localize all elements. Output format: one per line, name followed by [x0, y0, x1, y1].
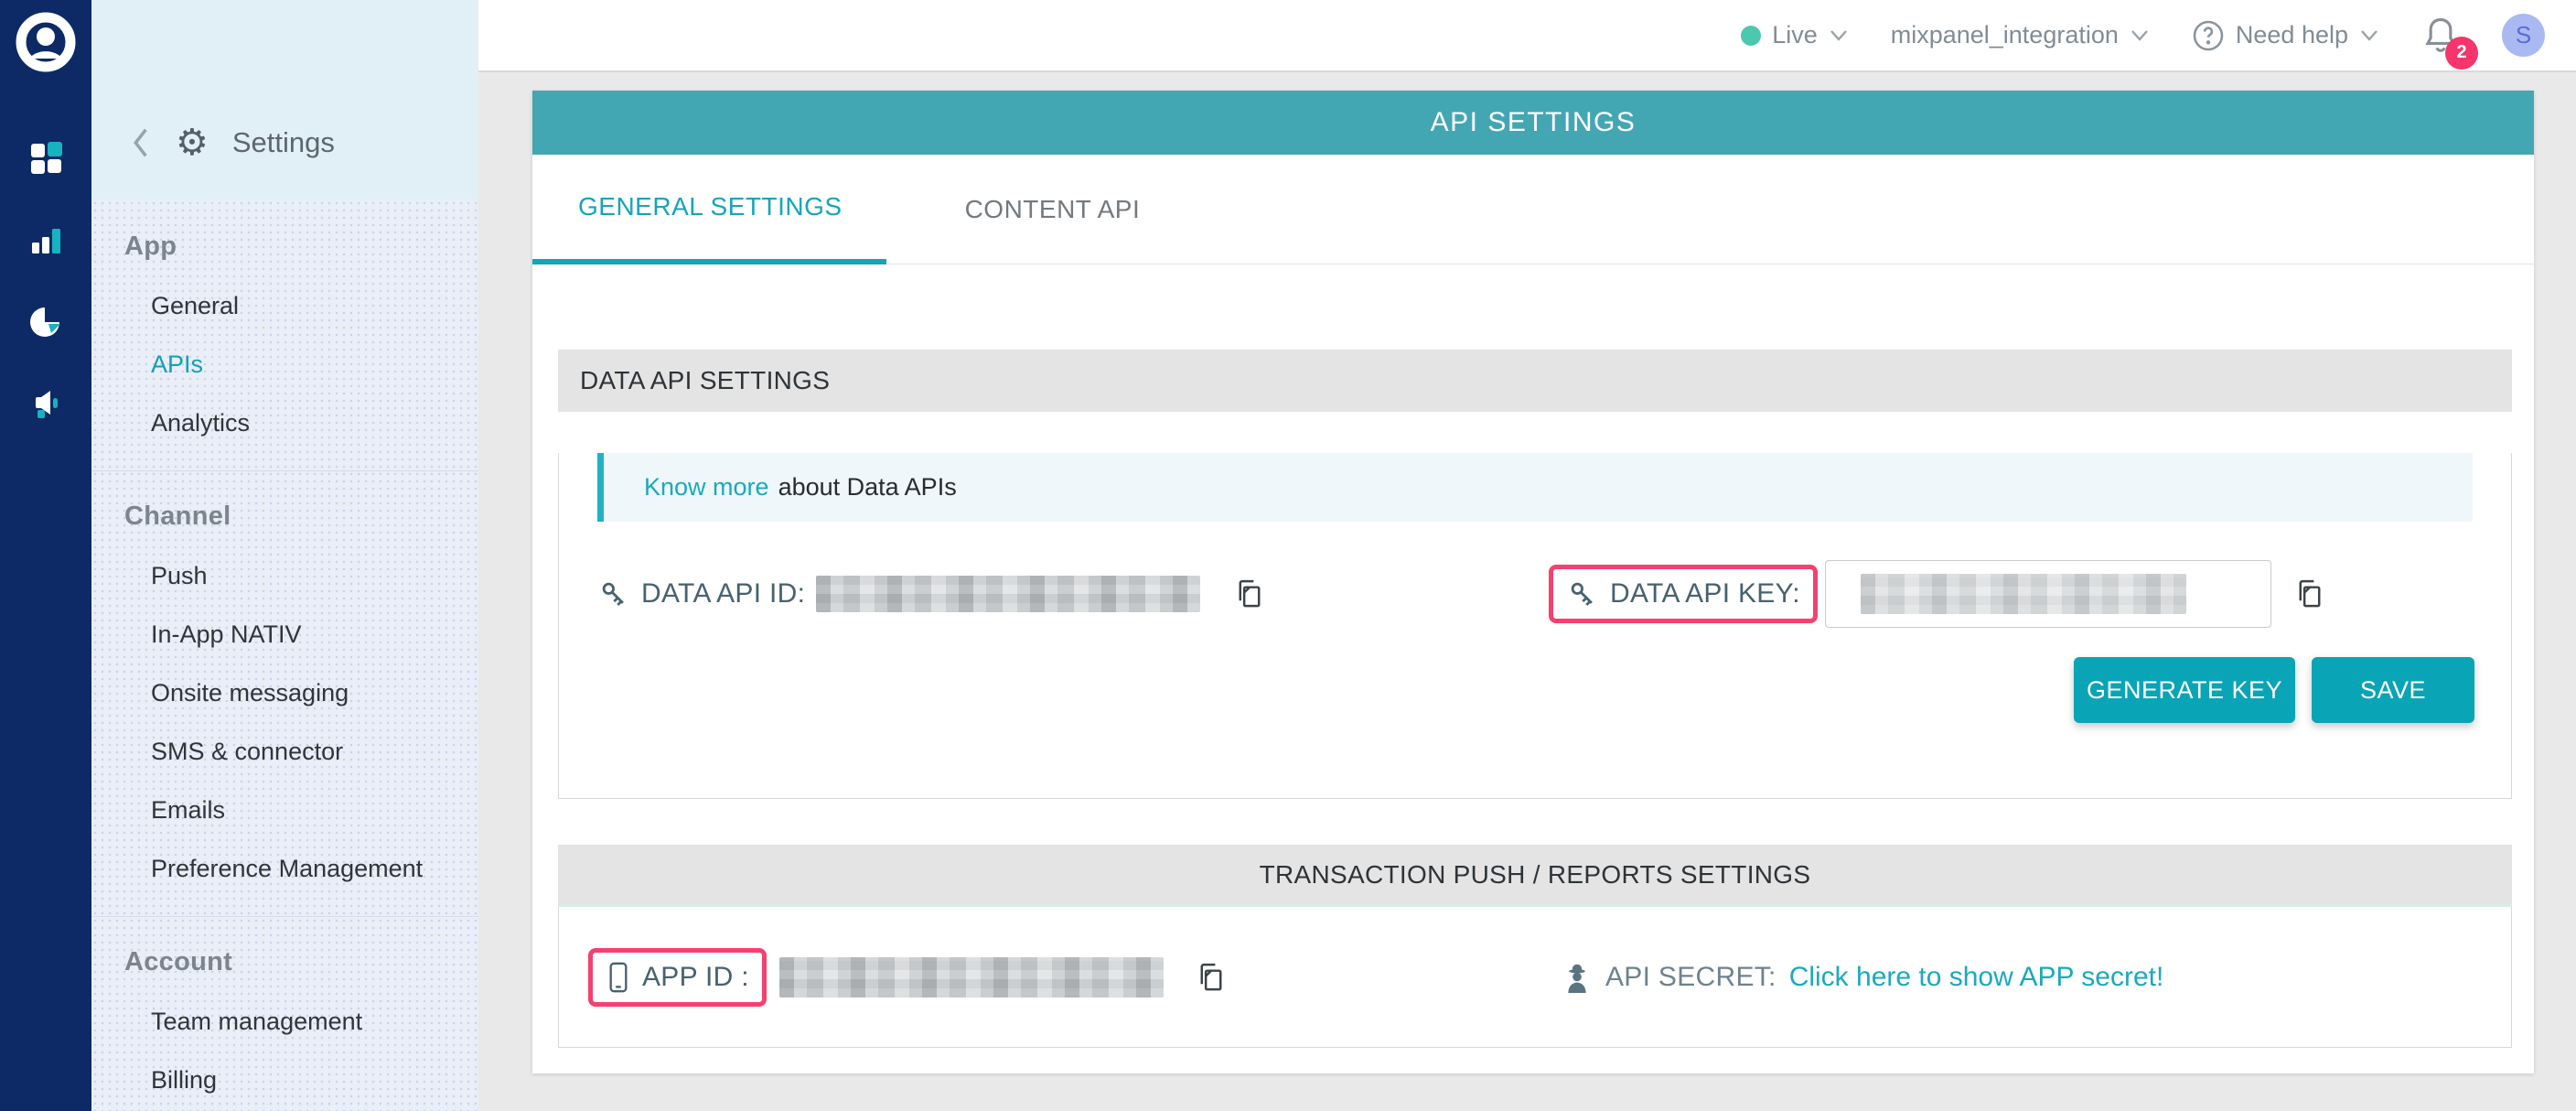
know-more-link[interactable]: Know more: [644, 473, 769, 502]
tab-bar: GENERAL SETTINGS CONTENT API: [532, 155, 2534, 264]
app-id-label: APP ID :: [642, 962, 749, 993]
sidebar-section-app: App General APIs Analytics: [91, 216, 478, 470]
environment-label: Live: [1772, 21, 1818, 49]
copy-icon[interactable]: [1233, 577, 1266, 611]
show-app-secret-link[interactable]: Click here to show APP secret!: [1789, 962, 2164, 993]
settings-sidebar: ⚙ Settings App General APIs Analytics Ch…: [91, 0, 478, 1111]
content-area: API SETTINGS GENERAL SETTINGS CONTENT AP…: [478, 72, 2576, 1111]
data-api-key-highlight-box: DATA API KEY:: [1549, 565, 1818, 623]
sidebar-item-emails[interactable]: Emails: [91, 781, 478, 839]
notifications-bell[interactable]: 2: [2421, 15, 2460, 57]
sidebar-item-push[interactable]: Push: [91, 546, 478, 605]
data-api-key-redacted-value: [1861, 574, 2186, 614]
chevron-down-icon: [1829, 29, 1849, 42]
key-icon: [597, 577, 630, 610]
api-secret-label: API SECRET:: [1605, 962, 1776, 993]
save-button[interactable]: SAVE: [2312, 657, 2474, 723]
sidebar-item-apis[interactable]: APIs: [91, 335, 478, 394]
data-api-key-group: DATA API KEY:: [1549, 560, 2326, 628]
tab-content-api[interactable]: CONTENT API: [886, 155, 1196, 264]
app-id-highlight-box: APP ID :: [588, 948, 767, 1007]
section-title: DATA API SETTINGS: [558, 350, 2512, 412]
workspace-dropdown[interactable]: mixpanel_integration: [1891, 21, 2150, 49]
app-id-group: APP ID :: [559, 948, 1536, 1007]
sidebar-item-onsite-messaging[interactable]: Onsite messaging: [91, 663, 478, 722]
data-api-id-group: DATA API ID:: [559, 576, 1536, 612]
transaction-push-section: TRANSACTION PUSH / REPORTS SETTINGS APP …: [558, 845, 2512, 1048]
help-circle-icon: [2192, 19, 2225, 52]
notification-count-badge: 2: [2445, 37, 2478, 70]
workspace-label: mixpanel_integration: [1891, 21, 2119, 49]
chevron-down-icon: [2359, 29, 2379, 42]
sidebar-item-analytics[interactable]: Analytics: [91, 394, 478, 452]
tab-general-settings[interactable]: GENERAL SETTINGS: [532, 155, 886, 264]
sidebar-item-preference-management[interactable]: Preference Management: [91, 839, 478, 898]
sidebar-item-team-management[interactable]: Team management: [91, 992, 478, 1051]
section-heading: Channel: [91, 486, 478, 546]
live-status-dot: [1741, 26, 1761, 46]
api-secret-group: API SECRET: Click here to show APP secre…: [1562, 959, 2163, 996]
data-api-key-input[interactable]: [1825, 560, 2271, 628]
generate-key-button[interactable]: GENERATE KEY: [2074, 657, 2295, 723]
data-api-id-redacted-value: [816, 576, 1200, 612]
sidebar-section-account: Account Team management Billing: [91, 916, 478, 1111]
copy-icon[interactable]: [1195, 960, 1228, 995]
gear-icon: ⚙: [176, 124, 209, 161]
app-id-redacted-value: [779, 957, 1164, 998]
sidebar-item-billing[interactable]: Billing: [91, 1051, 478, 1109]
moengage-logo-icon[interactable]: [16, 12, 76, 72]
sidebar-title: Settings: [232, 126, 335, 159]
mobile-phone-icon: [606, 961, 631, 994]
sidebar-item-inapp-nativ[interactable]: In-App NATIV: [91, 605, 478, 663]
page-title: API SETTINGS: [532, 91, 2534, 155]
data-api-settings-section: DATA API SETTINGS Know more about Data A…: [558, 350, 2512, 799]
spy-icon: [1562, 959, 1593, 996]
key-icon: [1566, 577, 1599, 610]
dashboard-grid-icon[interactable]: [27, 138, 65, 177]
sections-wrap: DATA API SETTINGS Know more about Data A…: [532, 264, 2534, 1048]
avatar[interactable]: S: [2502, 14, 2545, 57]
sidebar-item-general[interactable]: General: [91, 276, 478, 335]
copy-icon[interactable]: [2293, 577, 2326, 611]
sidebar-nav: App General APIs Analytics Channel Push …: [91, 200, 478, 1111]
bar-chart-icon[interactable]: [27, 221, 65, 259]
know-more-text: about Data APIs: [778, 473, 957, 502]
need-help-dropdown[interactable]: Need help: [2192, 19, 2379, 52]
app-root: ⚙ Settings App General APIs Analytics Ch…: [0, 0, 2576, 1111]
back-chevron-icon[interactable]: [128, 125, 152, 160]
section-heading: App: [91, 216, 478, 276]
data-api-id-label: DATA API ID:: [641, 578, 805, 609]
chevron-down-icon: [2130, 29, 2150, 42]
section-title: TRANSACTION PUSH / REPORTS SETTINGS: [558, 845, 2512, 907]
topbar: Live mixpanel_integration Need help: [478, 0, 2576, 72]
section-heading: Account: [91, 932, 478, 992]
know-more-banner: Know more about Data APIs: [597, 453, 2473, 522]
pie-chart-icon[interactable]: [27, 303, 65, 341]
sidebar-header: ⚙ Settings: [91, 0, 478, 200]
icon-rail: [0, 0, 91, 1111]
main-column: Live mixpanel_integration Need help: [478, 0, 2576, 1111]
data-api-key-label: DATA API KEY:: [1610, 578, 1800, 609]
api-settings-card: API SETTINGS GENERAL SETTINGS CONTENT AP…: [532, 91, 2534, 1073]
need-help-label: Need help: [2236, 21, 2348, 49]
rail-nav: [27, 138, 65, 424]
megaphone-icon[interactable]: [27, 385, 65, 424]
sidebar-section-channel: Channel Push In-App NATIV Onsite messagi…: [91, 470, 478, 916]
environment-dropdown[interactable]: Live: [1741, 21, 1849, 49]
sidebar-item-sms-connector[interactable]: SMS & connector: [91, 722, 478, 781]
